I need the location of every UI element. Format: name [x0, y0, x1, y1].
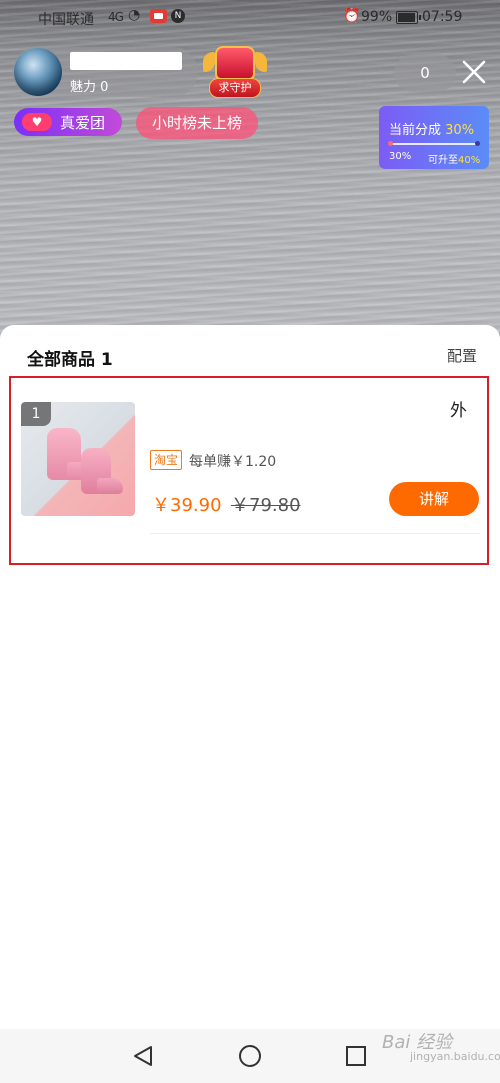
config-button[interactable]: 配置	[447, 345, 477, 366]
nfc-icon: N	[171, 9, 185, 23]
crown-icon	[203, 46, 267, 80]
alarm-icon: ⏰	[343, 8, 361, 24]
share-upgrade-percent: 40%	[458, 155, 481, 166]
screen-record-icon	[150, 9, 167, 23]
original-price: ￥79.80	[231, 495, 301, 516]
product-rank: 1	[21, 402, 51, 426]
back-icon[interactable]	[133, 1045, 153, 1067]
viewer-count[interactable]: 0	[394, 54, 456, 92]
sheet-title: 全部商品 1	[27, 350, 113, 370]
share-upgrade: 可升至40%	[428, 151, 480, 166]
hourly-rank-badge[interactable]: 小时榜未上榜	[136, 107, 258, 139]
revenue-share-card[interactable]: 当前分成 30% 30% 可升至40%	[379, 106, 489, 169]
share-upgrade-label: 可升至	[428, 155, 458, 166]
carrier-name: 中国联通	[38, 12, 94, 28]
fan-group-label: 真爱团	[60, 114, 106, 132]
anchor-avatar[interactable]	[14, 48, 62, 96]
progress-end-dot	[475, 141, 480, 146]
progress-start-dot	[388, 141, 393, 146]
fan-group-button[interactable]: ♥ 真爱团	[14, 108, 122, 136]
anchor-name-redacted	[70, 52, 182, 70]
commission-text: 每单赚￥1.20	[189, 454, 277, 470]
product-title-visible: 外	[450, 401, 467, 421]
status-bar: 中国联通 4G ◔ N ⏰ 99% 07:59	[0, 0, 500, 34]
divider	[150, 533, 480, 534]
explain-button[interactable]: 讲解	[389, 482, 479, 516]
source-tag: 淘宝	[150, 450, 183, 470]
charm-label: 魅力 0	[70, 80, 109, 95]
title-redacted	[159, 399, 449, 419]
share-title: 当前分成 30%	[389, 119, 474, 138]
heartbeat-icon: ♥	[22, 113, 52, 131]
home-icon[interactable]	[239, 1045, 261, 1067]
boot-shape	[47, 428, 97, 480]
product-card[interactable]: 1 外 淘宝 每单赚￥1.20 ￥39.90 ￥79.80 讲解	[9, 376, 489, 565]
share-current-percent: 30%	[445, 123, 475, 138]
wifi-icon: ◔	[128, 7, 141, 23]
title-redacted	[189, 421, 429, 441]
recent-apps-icon[interactable]	[346, 1046, 366, 1066]
product-sheet: 全部商品 1 配置 1 外 淘宝 每单赚￥1.20 ￥39.90 ￥79.80 …	[0, 325, 500, 1029]
signal-icon: 4G	[108, 10, 124, 24]
watermark: Bai 经验 jingyan.baidu.com	[382, 1028, 500, 1063]
product-image[interactable]: 1	[21, 402, 135, 516]
battery-percent: 99%	[361, 9, 393, 25]
boot-shape	[81, 448, 123, 494]
share-title-label: 当前分成	[389, 123, 442, 138]
guard-label: 求守护	[209, 78, 261, 98]
share-progress-track	[388, 141, 480, 146]
clock: 07:59	[422, 9, 463, 25]
battery-icon	[396, 11, 421, 24]
guard-button[interactable]: 求守护	[203, 42, 267, 100]
close-icon[interactable]	[460, 58, 488, 86]
share-from-percent: 30%	[389, 151, 412, 162]
watermark-sub: jingyan.baidu.com	[410, 1050, 500, 1063]
product-price: ￥39.90	[152, 495, 222, 516]
